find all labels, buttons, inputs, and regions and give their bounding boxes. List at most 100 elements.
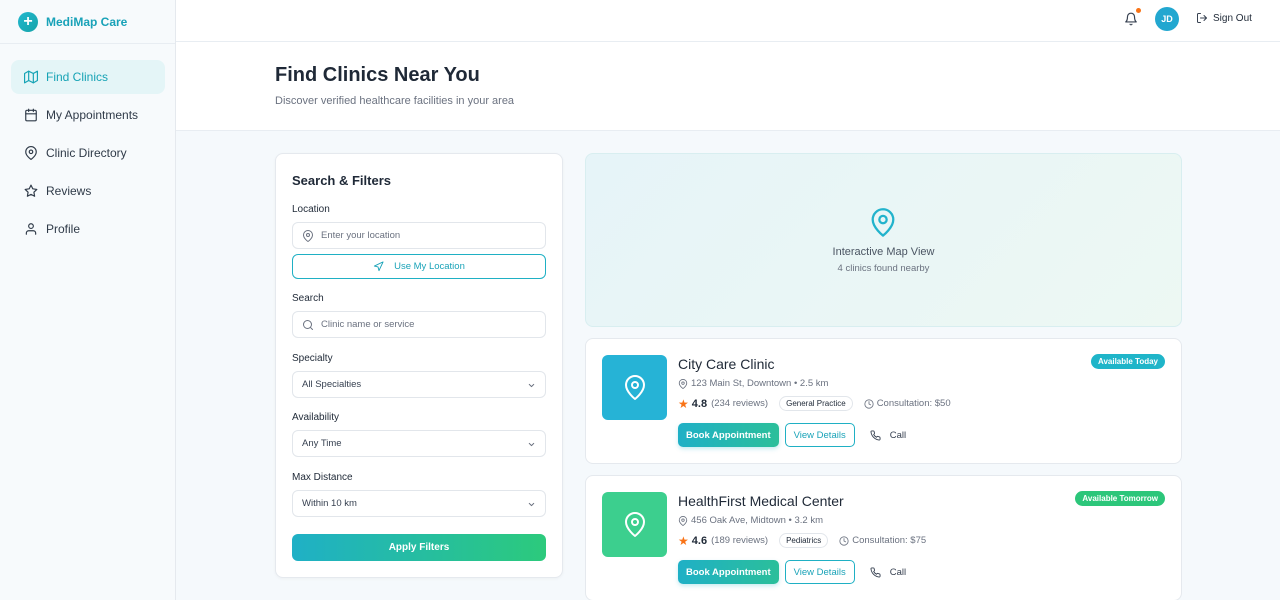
map-pin-icon xyxy=(624,511,645,537)
map-pin-icon xyxy=(871,208,895,237)
page-title: Find Clinics Near You xyxy=(275,64,480,86)
sidebar-item-label: Reviews xyxy=(46,184,92,198)
location-input[interactable]: Enter your location xyxy=(292,222,546,249)
star-icon xyxy=(24,184,38,197)
map-title: Interactive Map View xyxy=(832,246,935,258)
clinic-actions: Book Appointment View Details Call xyxy=(678,423,906,447)
availability-value: Any Time xyxy=(302,438,342,449)
apply-filters-button[interactable]: Apply Filters xyxy=(292,534,546,561)
sidebar-item-my-appointments[interactable]: My Appointments xyxy=(11,98,165,132)
map-pin-icon xyxy=(624,374,645,400)
sign-out-label: Sign Out xyxy=(1213,12,1252,24)
book-appointment-button[interactable]: Book Appointment xyxy=(678,423,779,447)
sidebar-item-profile[interactable]: Profile xyxy=(11,212,165,246)
star-icon: ★ xyxy=(678,396,689,411)
consultation-fee: Consultation: $50 xyxy=(864,398,951,409)
call-button[interactable]: Call xyxy=(870,430,906,441)
view-details-button[interactable]: View Details xyxy=(784,423,855,447)
page-header: Find Clinics Near You Discover verified … xyxy=(176,42,1280,131)
phone-icon xyxy=(870,429,881,440)
plus-icon: + xyxy=(18,11,38,32)
availability-badge: Available Today xyxy=(1090,354,1165,369)
specialty-tag: Pediatrics xyxy=(779,533,829,548)
topbar: JD Sign Out xyxy=(176,0,1280,42)
chevron-down-icon xyxy=(528,502,535,507)
clinic-rating: 4.6 xyxy=(691,534,708,547)
location-label: Location xyxy=(292,204,330,215)
consultation-fee: Consultation: $75 xyxy=(839,535,926,546)
star-icon: ★ xyxy=(678,533,689,548)
chevron-down-icon xyxy=(528,383,535,388)
specialty-select[interactable]: All Specialties xyxy=(292,371,546,398)
call-button[interactable]: Call xyxy=(870,567,906,578)
clinic-address-text: 456 Oak Ave, Midtown • 3.2 km xyxy=(691,515,823,526)
map-icon xyxy=(24,70,38,84)
clinic-name[interactable]: City Care Clinic xyxy=(678,356,774,372)
clinic-address: 456 Oak Ave, Midtown • 3.2 km xyxy=(678,515,823,526)
specialty-value: All Specialties xyxy=(302,379,362,390)
specialty-tag: General Practice xyxy=(779,396,853,411)
map-subtitle: 4 clinics found nearby xyxy=(837,263,930,274)
sidebar-item-label: Profile xyxy=(46,222,81,236)
sign-out-button[interactable]: Sign Out xyxy=(1196,12,1252,24)
use-my-location-button[interactable]: Use My Location xyxy=(292,254,546,279)
availability-select[interactable]: Any Time xyxy=(292,430,546,457)
search-label: Search xyxy=(292,293,324,304)
clinic-card: HealthFirst Medical Center 456 Oak Ave, … xyxy=(585,475,1182,600)
search-placeholder: Clinic name or service xyxy=(321,319,415,330)
clinic-name[interactable]: HealthFirst Medical Center xyxy=(678,493,844,509)
clinic-meta: ★ 4.8 (234 reviews) General Practice Con… xyxy=(678,396,951,411)
use-my-location-label: Use My Location xyxy=(394,261,465,272)
map-view[interactable]: Interactive Map View 4 clinics found nea… xyxy=(585,153,1182,327)
clinic-address: 123 Main St, Downtown • 2.5 km xyxy=(678,378,828,389)
clinic-actions: Book Appointment View Details Call xyxy=(678,560,906,584)
filters-panel: Search & Filters Location Enter your loc… xyxy=(275,153,563,578)
location-placeholder: Enter your location xyxy=(321,230,401,241)
notification-button[interactable] xyxy=(1124,8,1141,26)
clinic-reviews: (234 reviews) xyxy=(711,398,769,409)
clinic-reviews: (189 reviews) xyxy=(711,535,769,546)
consultation-text: Consultation: $50 xyxy=(876,398,951,409)
brand[interactable]: + MediMap Care xyxy=(0,0,175,44)
sidebar-item-reviews[interactable]: Reviews xyxy=(11,174,165,208)
avatar[interactable]: JD xyxy=(1155,7,1179,31)
calendar-icon xyxy=(25,108,37,122)
sidebar-item-label: Clinic Directory xyxy=(46,146,127,160)
availability-label: Availability xyxy=(292,412,340,423)
distance-select[interactable]: Within 10 km xyxy=(292,490,546,517)
map-pin-icon xyxy=(303,229,313,242)
sidebar-item-find-clinics[interactable]: Find Clinics xyxy=(11,60,165,94)
call-label: Call xyxy=(889,566,907,578)
clinic-thumbnail xyxy=(602,492,667,557)
filters-title: Search & Filters xyxy=(292,173,391,188)
distance-label: Max Distance xyxy=(292,472,353,483)
bell-icon xyxy=(1125,12,1137,26)
sidebar-item-label: Find Clinics xyxy=(46,70,109,84)
clinic-address-text: 123 Main St, Downtown • 2.5 km xyxy=(691,378,829,389)
clinic-thumbnail xyxy=(602,355,667,420)
view-details-button[interactable]: View Details xyxy=(784,560,855,584)
sign-out-icon xyxy=(1197,13,1207,23)
book-appointment-button[interactable]: Book Appointment xyxy=(678,560,779,584)
sidebar-item-clinic-directory[interactable]: Clinic Directory xyxy=(11,136,165,170)
sidebar-item-label: My Appointments xyxy=(46,108,139,122)
search-input[interactable]: Clinic name or service xyxy=(292,311,546,338)
map-pin-icon xyxy=(25,146,37,160)
navigation-icon xyxy=(374,261,384,272)
search-icon xyxy=(303,319,313,330)
clinic-meta: ★ 4.6 (189 reviews) Pediatrics Consultat… xyxy=(678,533,926,548)
clock-icon xyxy=(839,535,849,546)
phone-icon xyxy=(870,566,881,577)
clinic-card: City Care Clinic 123 Main St, Downtown •… xyxy=(585,338,1182,464)
consultation-text: Consultation: $75 xyxy=(852,535,927,546)
map-pin-icon xyxy=(678,378,688,389)
user-icon xyxy=(25,223,37,235)
sidebar: + MediMap Care Find Clinics My Appointme… xyxy=(0,0,176,600)
page-subtitle: Discover verified healthcare facilities … xyxy=(275,95,515,107)
availability-badge: Available Tomorrow xyxy=(1075,491,1165,506)
map-pin-icon xyxy=(678,515,688,526)
clock-icon xyxy=(864,398,874,409)
call-label: Call xyxy=(889,429,907,441)
brand-name: MediMap Care xyxy=(46,14,128,29)
specialty-label: Specialty xyxy=(292,353,333,364)
